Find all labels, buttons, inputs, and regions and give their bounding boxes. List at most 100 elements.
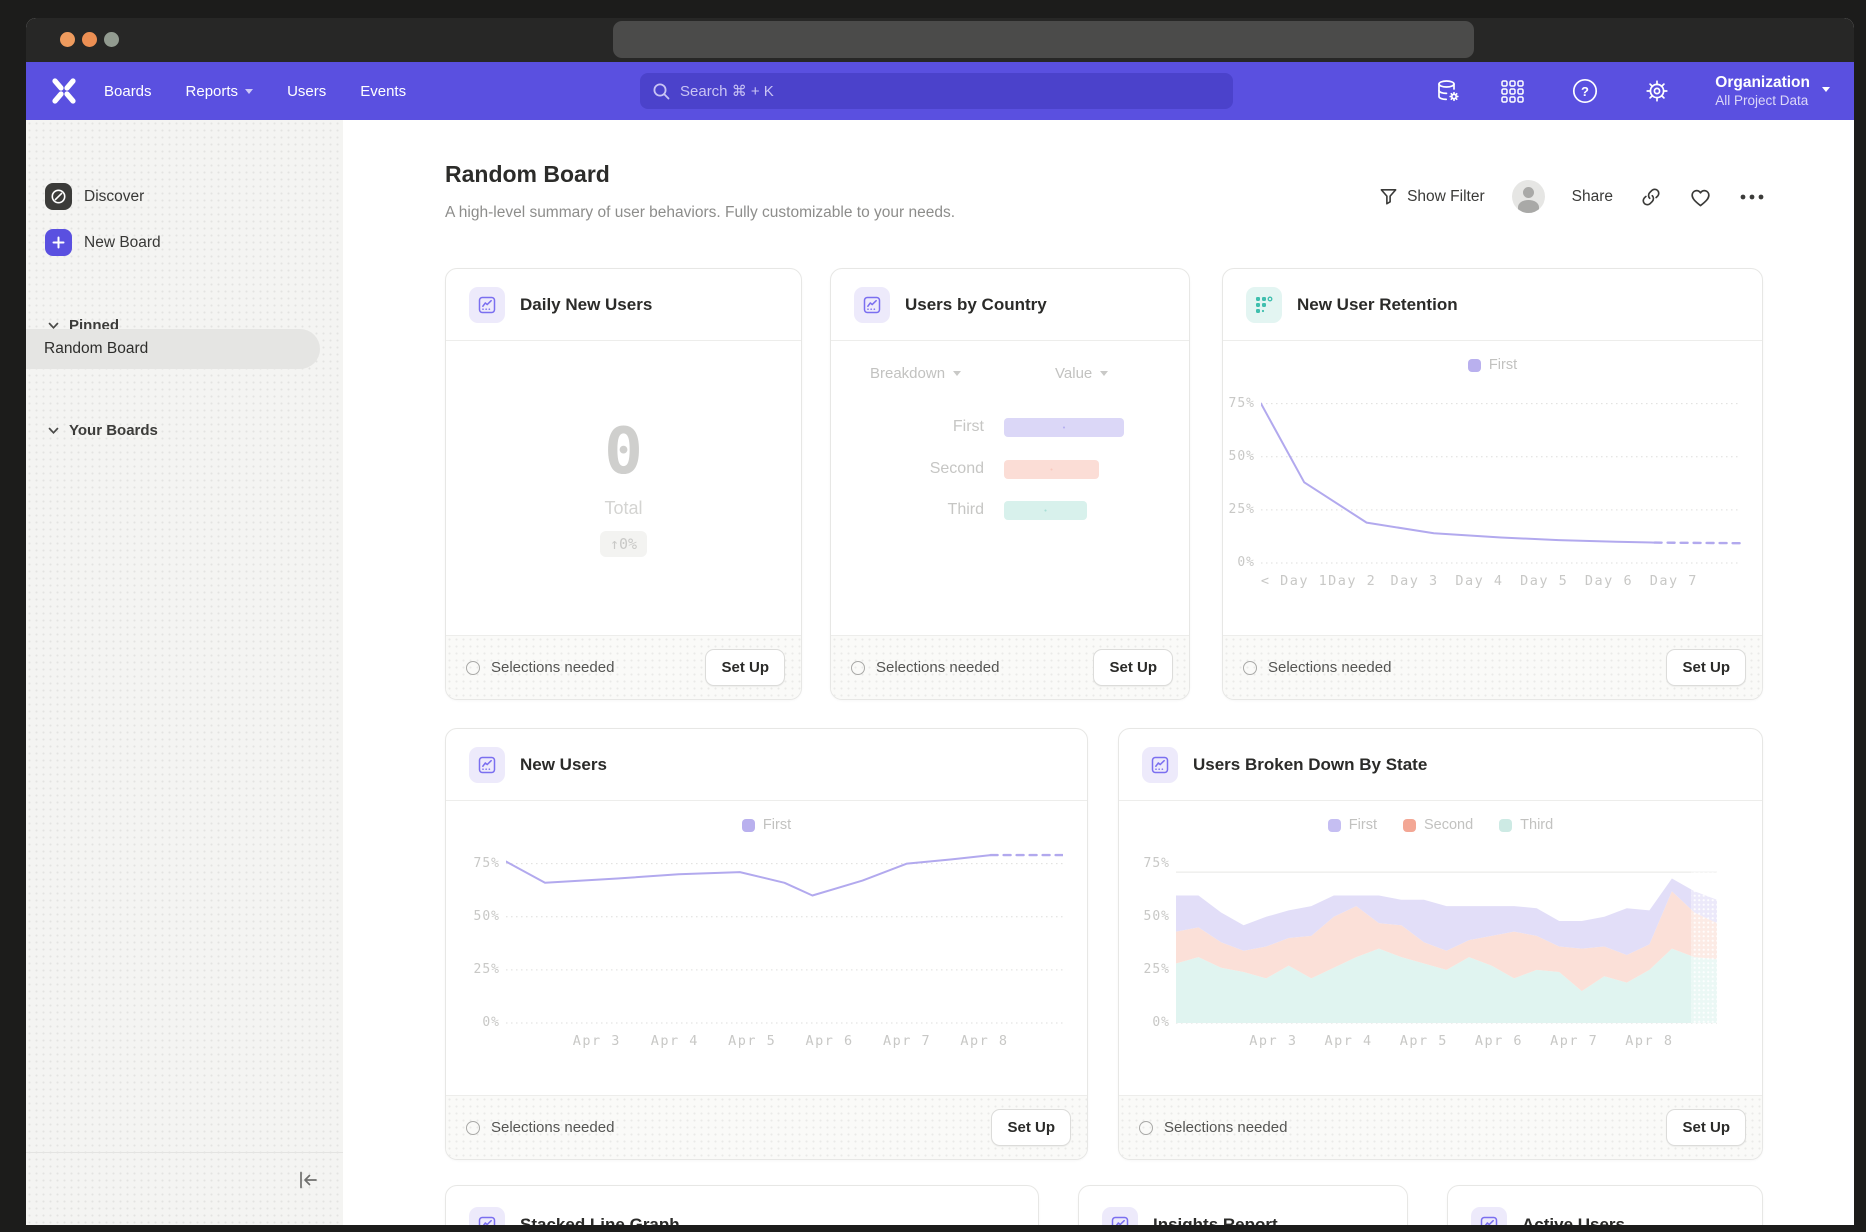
horizontal-bar <box>1004 418 1124 437</box>
legend-item[interactable]: First <box>742 817 791 833</box>
card-insights-report: Insights Report <box>1078 1185 1408 1225</box>
nav-item-users[interactable]: Users <box>287 83 326 100</box>
more-options-icon[interactable] <box>1739 193 1765 201</box>
metric-label: Total <box>604 498 642 519</box>
y-axis-tick-label: 0% <box>1237 555 1255 570</box>
line-chart-icon <box>1142 747 1178 783</box>
legend-item[interactable]: Second <box>1403 817 1473 833</box>
line-chart-icon <box>469 287 505 323</box>
status-circle-icon <box>466 1121 480 1135</box>
x-axis-tick-label: Day 6 <box>1585 573 1633 589</box>
card-title: Active Users <box>1522 1215 1625 1225</box>
horizontal-bar <box>1004 501 1087 520</box>
legend-swatch <box>1328 819 1341 832</box>
metric-value: 0 <box>604 420 643 484</box>
status-circle-icon <box>1243 661 1257 675</box>
url-bar[interactable] <box>613 21 1474 58</box>
x-axis-tick-label: < Day 1 <box>1261 573 1328 589</box>
x-axis-tick-label: Apr 6 <box>1475 1033 1523 1049</box>
mixpanel-logo-icon[interactable] <box>50 77 78 105</box>
line-chart-icon <box>1471 1207 1507 1225</box>
bar-row: First <box>831 417 1124 437</box>
sidebar: Discover New Board Pinned Random Board <box>26 120 343 1225</box>
set-up-button[interactable]: Set Up <box>1666 1109 1746 1146</box>
chart-legend: First Second Third <box>1119 815 1762 835</box>
nav-item-reports[interactable]: Reports <box>186 83 254 100</box>
legend-swatch <box>1499 819 1512 832</box>
collapse-sidebar-icon[interactable] <box>296 1169 320 1191</box>
x-axis-tick-label: Apr 6 <box>806 1033 854 1049</box>
set-up-button[interactable]: Set Up <box>705 649 785 686</box>
nav-menu: Boards Reports Users Events <box>104 83 406 100</box>
breakdown-dropdown[interactable]: Breakdown <box>870 365 961 382</box>
sidebar-item-random-board[interactable]: Random Board <box>26 329 320 369</box>
chevron-down-icon <box>245 89 253 94</box>
avatar[interactable] <box>1512 180 1545 213</box>
selections-needed-text: Selections needed <box>491 1119 614 1136</box>
set-up-button[interactable]: Set Up <box>1666 649 1746 686</box>
line-chart-icon <box>469 1207 505 1225</box>
chevron-down-icon <box>1822 87 1830 92</box>
legend-item[interactable]: First <box>1328 817 1377 833</box>
page-title: Random Board <box>445 161 610 188</box>
bar-row: Third <box>831 500 1087 520</box>
value-dropdown[interactable]: Value <box>1055 365 1108 382</box>
y-axis-tick-label: 25% <box>474 962 500 977</box>
legend-item[interactable]: First <box>1468 357 1517 373</box>
y-axis-tick-label: 75% <box>1229 396 1255 411</box>
bar-row: Second <box>831 459 1099 479</box>
x-axis-tick-label: Apr 8 <box>1625 1033 1673 1049</box>
card-title: Users Broken Down By State <box>1193 755 1427 775</box>
status-circle-icon <box>466 661 480 675</box>
x-axis-tick-label: Apr 3 <box>1249 1033 1297 1049</box>
y-axis-tick-label: 0% <box>482 1015 500 1030</box>
sidebar-section-your-boards[interactable]: Your Boards <box>48 422 343 439</box>
card-title: New Users <box>520 755 607 775</box>
data-management-icon[interactable] <box>1435 78 1461 104</box>
selections-needed-text: Selections needed <box>1164 1119 1287 1136</box>
nav-right-controls: ? Organization All Project Data <box>1435 62 1854 120</box>
card-title: Daily New Users <box>520 295 652 315</box>
line-chart-icon <box>854 287 890 323</box>
search-input[interactable]: Search ⌘ + K <box>640 73 1233 109</box>
plus-icon <box>45 229 72 256</box>
set-up-button[interactable]: Set Up <box>1093 649 1173 686</box>
chevron-down-icon <box>1100 371 1108 376</box>
chart-legend: First <box>446 815 1087 835</box>
line-chart-icon <box>1102 1207 1138 1225</box>
legend-item[interactable]: Third <box>1499 817 1553 833</box>
card-active-users: Active Users <box>1447 1185 1763 1225</box>
copy-link-icon[interactable] <box>1640 186 1662 208</box>
show-filter-button[interactable]: Show Filter <box>1379 187 1485 206</box>
x-axis-tick-label: Day 3 <box>1391 573 1439 589</box>
traffic-light-close[interactable] <box>60 32 75 47</box>
org-project: All Project Data <box>1715 93 1810 108</box>
retention-grid-icon <box>1246 287 1282 323</box>
traffic-light-minimize[interactable] <box>82 32 97 47</box>
share-button[interactable]: Share <box>1572 188 1613 206</box>
sidebar-item-discover[interactable]: Discover <box>45 183 343 210</box>
org-name: Organization <box>1715 74 1810 92</box>
favorite-heart-icon[interactable] <box>1689 186 1712 208</box>
board-controls: Show Filter Share <box>1379 180 1765 213</box>
traffic-light-zoom[interactable] <box>104 32 119 47</box>
settings-gear-icon[interactable] <box>1643 77 1671 105</box>
sidebar-item-new-board[interactable]: New Board <box>45 229 343 256</box>
legend-swatch <box>1468 359 1481 372</box>
card-new-user-retention: New User Retention First 75%50%25%0% < D… <box>1222 268 1763 700</box>
nav-item-boards[interactable]: Boards <box>104 83 152 100</box>
org-switcher[interactable]: Organization All Project Data <box>1715 74 1830 108</box>
set-up-button[interactable]: Set Up <box>991 1109 1071 1146</box>
chevron-down-icon <box>953 371 961 376</box>
x-axis-tick-label: Apr 5 <box>1400 1033 1448 1049</box>
x-axis-tick-label: Apr 5 <box>728 1033 776 1049</box>
x-axis-tick-label: Apr 7 <box>883 1033 931 1049</box>
legend-swatch <box>1403 819 1416 832</box>
metric-delta-badge: ↑0% <box>600 531 647 557</box>
card-title: Insights Report <box>1153 1215 1278 1225</box>
nav-item-events[interactable]: Events <box>360 83 406 100</box>
apps-grid-icon[interactable] <box>1500 79 1525 104</box>
x-axis-tick-label: Apr 4 <box>651 1033 699 1049</box>
top-navbar: Boards Reports Users Events Search ⌘ + K <box>26 62 1854 120</box>
help-icon[interactable]: ? <box>1571 77 1599 105</box>
